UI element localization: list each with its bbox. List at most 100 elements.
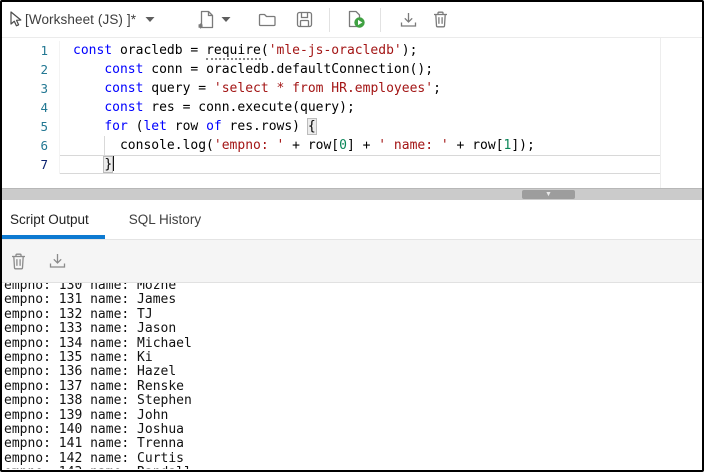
code-token: 'empno: ' bbox=[214, 138, 284, 153]
code-token bbox=[73, 81, 104, 96]
code-token: let bbox=[143, 119, 166, 134]
line-number: 6 bbox=[2, 136, 60, 155]
code-line[interactable]: 5 for (let row of res.rows) { bbox=[2, 117, 660, 136]
code-token: of bbox=[206, 119, 222, 134]
output-toolbar bbox=[2, 240, 702, 283]
open-folder-icon[interactable] bbox=[257, 11, 278, 28]
text-cursor bbox=[112, 156, 114, 171]
code-editor[interactable]: 1const oracledb = require('mle-js-oracle… bbox=[2, 38, 702, 188]
splitter-collapse-icon: ▼ bbox=[545, 191, 552, 198]
code-token bbox=[73, 62, 104, 77]
output-tabbar: Script Output SQL History bbox=[2, 200, 702, 240]
code-token: { bbox=[308, 119, 316, 134]
code-token: row bbox=[167, 119, 206, 134]
code-line[interactable]: 4 const res = conn.execute(query); bbox=[2, 98, 660, 117]
line-number: 4 bbox=[2, 98, 60, 117]
code-token: ]); bbox=[511, 138, 534, 153]
code-line[interactable]: 1const oracledb = require('mle-js-oracle… bbox=[2, 41, 660, 60]
line-number: 5 bbox=[2, 117, 60, 136]
code-token: ] + bbox=[347, 138, 378, 153]
tab-label: Script Output bbox=[10, 212, 89, 227]
code-line[interactable]: 7 } bbox=[2, 155, 660, 174]
code-text[interactable]: const query = 'select * from HR.employee… bbox=[60, 79, 660, 98]
worksheet-window: [Worksheet (JS) ]* bbox=[0, 0, 704, 472]
code-token: ); bbox=[402, 43, 418, 58]
worksheet-caret-down-icon[interactable] bbox=[145, 16, 155, 23]
tab-script-output[interactable]: Script Output bbox=[2, 200, 105, 239]
download-icon[interactable] bbox=[399, 11, 418, 29]
code-token: const bbox=[104, 100, 143, 115]
splitter-handle[interactable]: ▼ bbox=[522, 190, 575, 199]
output-lines: empno: 130 name: Mozheempno: 131 name: J… bbox=[2, 283, 702, 469]
code-token: const bbox=[104, 62, 143, 77]
tab-label: SQL History bbox=[129, 212, 201, 227]
output-line: empno: 141 name: Trenna bbox=[4, 437, 702, 451]
code-token: + row[ bbox=[284, 138, 339, 153]
line-number: 7 bbox=[2, 155, 60, 174]
code-token: const bbox=[73, 43, 112, 58]
run-script-icon[interactable] bbox=[346, 9, 367, 30]
code-text[interactable]: const res = conn.execute(query); bbox=[60, 98, 660, 117]
code-token: ( bbox=[128, 119, 144, 134]
toolbar-separator bbox=[380, 8, 381, 32]
output-line: empno: 138 name: Stephen bbox=[4, 394, 702, 408]
clear-output-trash-icon[interactable] bbox=[10, 252, 27, 271]
output-line: empno: 134 name: Michael bbox=[4, 337, 702, 351]
code-token: conn = oracledb.defaultConnection(); bbox=[143, 62, 433, 77]
tab-sql-history[interactable]: SQL History bbox=[119, 200, 211, 239]
code-text[interactable]: } bbox=[60, 155, 660, 174]
code-text[interactable]: for (let row of res.rows) { bbox=[60, 117, 660, 136]
worksheet-title[interactable]: [Worksheet (JS) ]* bbox=[25, 12, 136, 27]
line-number: 2 bbox=[2, 60, 60, 79]
code-token: 'select * from HR.employees' bbox=[214, 81, 433, 96]
trash-icon[interactable] bbox=[432, 10, 449, 29]
new-file-icon[interactable] bbox=[197, 9, 216, 30]
code-token: } bbox=[104, 157, 112, 172]
line-number: 3 bbox=[2, 79, 60, 98]
code-token: console.log( bbox=[73, 138, 214, 153]
code-token: ; bbox=[433, 81, 441, 96]
output-line: empno: 137 name: Renske bbox=[4, 380, 702, 394]
code-lines: 1const oracledb = require('mle-js-oracle… bbox=[2, 41, 702, 174]
code-token bbox=[73, 119, 104, 134]
download-output-icon[interactable] bbox=[48, 252, 67, 270]
output-line: empno: 140 name: Joshua bbox=[4, 423, 702, 437]
code-text[interactable]: const oracledb = require('mle-js-oracled… bbox=[60, 41, 660, 60]
output-line: empno: 143 name: Randall bbox=[4, 466, 702, 469]
panel-splitter[interactable]: ▼ bbox=[2, 188, 702, 200]
output-line: empno: 131 name: James bbox=[4, 293, 702, 307]
output-line: empno: 133 name: Jason bbox=[4, 322, 702, 336]
code-token: res = conn.execute(query); bbox=[143, 100, 354, 115]
output-line: empno: 132 name: TJ bbox=[4, 308, 702, 322]
code-token: ' name: ' bbox=[378, 138, 448, 153]
line-number: 1 bbox=[2, 41, 60, 60]
code-token: + row[ bbox=[449, 138, 504, 153]
code-token bbox=[73, 100, 104, 115]
code-token: require bbox=[206, 43, 261, 60]
code-token bbox=[73, 157, 104, 172]
worksheet-toolbar: [Worksheet (JS) ]* bbox=[2, 2, 702, 38]
output-line: empno: 139 name: John bbox=[4, 409, 702, 423]
code-token: for bbox=[104, 119, 127, 134]
indent-guide bbox=[104, 136, 105, 155]
code-text[interactable]: const conn = oracledb.defaultConnection(… bbox=[60, 60, 660, 79]
code-token: const bbox=[104, 81, 143, 96]
cursor-icon bbox=[8, 11, 23, 28]
code-line[interactable]: 3 const query = 'select * from HR.employ… bbox=[2, 79, 660, 98]
output-line: empno: 142 name: Curtis bbox=[4, 452, 702, 466]
toolbar-separator bbox=[329, 8, 330, 32]
output-line: empno: 136 name: Hazel bbox=[4, 365, 702, 379]
code-token: 'mle-js-oracledb' bbox=[269, 43, 402, 58]
code-token: query = bbox=[143, 81, 213, 96]
code-line[interactable]: 2 const conn = oracledb.defaultConnectio… bbox=[2, 60, 660, 79]
code-line[interactable]: 6 console.log('empno: ' + row[0] + ' nam… bbox=[2, 136, 660, 155]
code-token: 0 bbox=[339, 138, 347, 153]
code-token: ( bbox=[261, 43, 269, 58]
save-icon[interactable] bbox=[295, 10, 314, 29]
output-line: empno: 135 name: Ki bbox=[4, 351, 702, 365]
new-file-caret-down-icon[interactable] bbox=[221, 16, 231, 23]
code-text[interactable]: console.log('empno: ' + row[0] + ' name:… bbox=[60, 136, 660, 155]
code-token: oracledb = bbox=[112, 43, 206, 58]
script-output-panel[interactable]: empno: 130 name: Mozheempno: 131 name: J… bbox=[2, 283, 702, 469]
code-token: res.rows) bbox=[222, 119, 308, 134]
